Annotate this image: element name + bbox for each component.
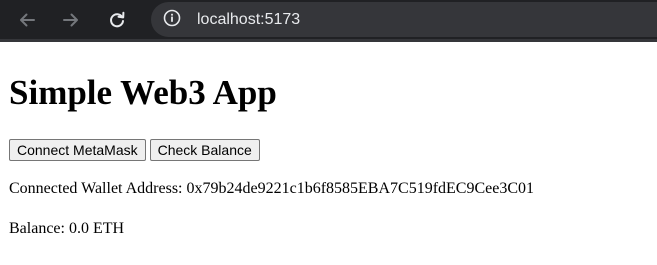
browser-toolbar: localhost:5173	[0, 0, 657, 42]
connect-metamask-button[interactable]: Connect MetaMask	[9, 139, 146, 161]
reload-button[interactable]	[103, 6, 131, 34]
check-balance-button[interactable]: Check Balance	[149, 139, 260, 161]
address-bar[interactable]: localhost:5173	[151, 2, 657, 37]
back-button[interactable]	[13, 6, 41, 34]
page-content: Simple Web3 App Connect MetaMask Check B…	[0, 42, 657, 265]
balance-line: Balance: 0.0 ETH	[9, 219, 124, 239]
forward-button[interactable]	[57, 6, 85, 34]
button-row: Connect MetaMask Check Balance	[9, 139, 260, 161]
url-text[interactable]: localhost:5173	[197, 10, 300, 30]
balance-label: Balance:	[9, 220, 65, 237]
info-circle-icon	[163, 9, 181, 32]
arrow-left-icon	[18, 11, 36, 29]
arrow-right-icon	[62, 11, 80, 29]
page-title: Simple Web3 App	[9, 73, 277, 112]
wallet-address-label: Connected Wallet Address:	[9, 180, 183, 197]
balance-value: 0.0 ETH	[68, 220, 125, 237]
wallet-address-value: 0x79b24de9221c1b6f8585EBA7C519fdEC9Cee3C…	[186, 180, 535, 197]
site-info-button[interactable]	[161, 9, 183, 31]
reload-icon	[108, 11, 126, 29]
wallet-address-line: Connected Wallet Address: 0x79b24de9221c…	[9, 179, 534, 199]
